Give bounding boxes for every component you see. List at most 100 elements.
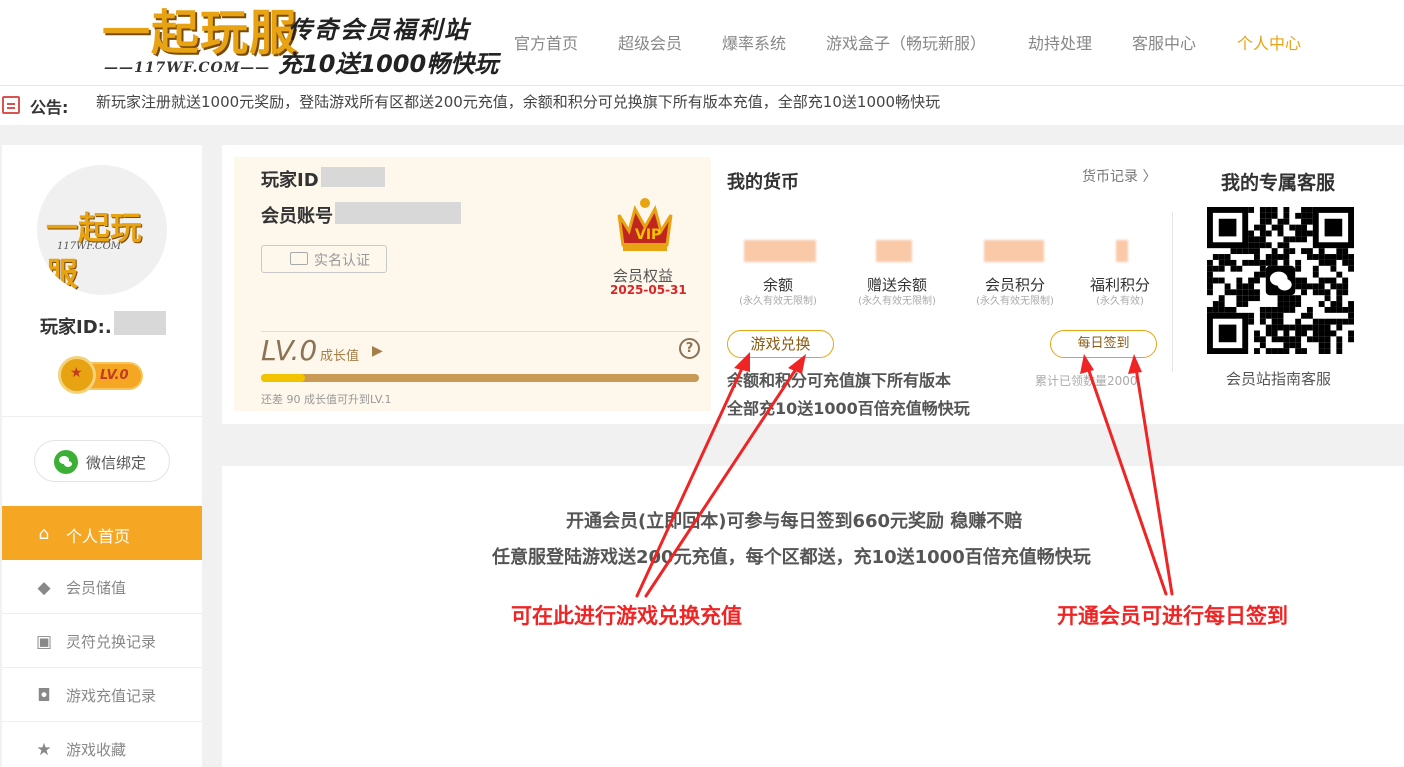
qr-module (1242, 283, 1249, 290)
qr-module (1271, 324, 1278, 331)
qr-module (1295, 283, 1302, 290)
qr-module (1295, 301, 1302, 307)
welfare-points-value-redacted (1116, 240, 1128, 262)
qr-module (1295, 336, 1302, 343)
qr-module (1301, 277, 1307, 284)
nav-customer-service[interactable]: 客服中心 (1132, 30, 1196, 54)
help-icon[interactable]: ? (679, 338, 700, 359)
vip-crown-icon[interactable]: VIP (613, 195, 677, 255)
qr-module (1271, 248, 1278, 255)
sidebar-item-member-recharge[interactable]: ◆ 会员储值 (2, 560, 202, 614)
qr-module (1218, 265, 1225, 272)
qr-module (1259, 259, 1266, 266)
qr-module (1318, 318, 1325, 325)
qr-module (1259, 218, 1266, 225)
chevron-right-icon[interactable]: ▶ (372, 343, 383, 359)
balance-sub: (永久有效无限制) (739, 296, 817, 307)
qr-module (1348, 306, 1354, 313)
qr-module (1306, 306, 1313, 313)
qr-module (1295, 295, 1302, 302)
currency-title: 我的货币 (727, 172, 799, 193)
sidebar-item-label: 游戏收藏 (66, 741, 127, 759)
qr-module (1271, 306, 1278, 313)
qr-module (1312, 336, 1319, 343)
qr-module (1283, 242, 1290, 249)
qr-module (1242, 248, 1249, 255)
qr-module (1254, 289, 1260, 296)
qr-module (1277, 318, 1284, 325)
qr-module (1207, 306, 1213, 313)
qr-module (1301, 312, 1307, 319)
sidebar-item-recharge-records[interactable]: ◘ 游戏充值记录 (2, 668, 202, 722)
site-logo[interactable]: 一起玩服 (102, 6, 298, 60)
qr-module (1318, 330, 1325, 337)
qr-module (1342, 306, 1349, 313)
game-exchange-button[interactable]: 游戏兑换 (727, 330, 834, 358)
home-icon: ⌂ (38, 524, 50, 544)
bonus-balance-sub: (永久有效无限制) (858, 296, 936, 307)
qr-module (1218, 295, 1225, 302)
realname-verify-label: 实名认证 (314, 253, 370, 269)
qr-module (1254, 271, 1260, 278)
sidebar-item-home[interactable]: ⌂ 个人首页 (2, 506, 202, 560)
balance-value-redacted (744, 240, 816, 262)
qr-module (1348, 265, 1354, 272)
qr-module (1254, 330, 1260, 337)
qr-module (1248, 289, 1255, 296)
card-player-id: 玩家ID (261, 170, 319, 191)
qr-module (1283, 212, 1290, 219)
qr-module (1336, 271, 1343, 278)
qr-module (1224, 259, 1231, 266)
qr-module (1306, 218, 1313, 225)
qr-module (1301, 212, 1307, 219)
annotation-exchange: 可在此进行游戏兑换充值 (511, 604, 742, 628)
qr-module (1348, 318, 1354, 325)
gamepad-icon: ◘ (37, 686, 51, 706)
qr-module (1336, 301, 1343, 307)
qr-module (1242, 295, 1249, 302)
qr-module (1301, 348, 1307, 354)
nav-personal-center[interactable]: 个人中心 (1237, 30, 1301, 54)
qr-module (1259, 265, 1266, 272)
qr-module (1248, 230, 1255, 237)
qr-module (1230, 265, 1237, 272)
qr-module (1277, 224, 1284, 231)
qr-module (1318, 336, 1325, 343)
qr-module (1301, 324, 1307, 331)
qr-module (1254, 224, 1260, 231)
qr-module (1277, 324, 1284, 331)
nav-official-home[interactable]: 官方首页 (514, 30, 578, 54)
wechat-bind-label: 微信绑定 (86, 454, 147, 472)
qr-module (1254, 348, 1260, 354)
qr-module (1330, 277, 1337, 284)
nav-drop-rate[interactable]: 爆率系统 (722, 30, 786, 54)
daily-signin-button[interactable]: 每日签到 (1050, 330, 1157, 358)
currency-log-link[interactable]: 货币记录 〉 (1082, 166, 1156, 186)
qr-module (1283, 207, 1290, 213)
qr-module (1277, 218, 1284, 225)
qr-module (1242, 289, 1249, 296)
qr-module (1259, 207, 1266, 213)
currency-log-label: 货币记录 (1082, 169, 1138, 185)
sidebar-item-label: 个人首页 (66, 527, 131, 546)
qr-finder (1218, 218, 1237, 237)
growth-link[interactable]: 成长值 (320, 345, 359, 364)
qr-module (1289, 301, 1296, 307)
qr-module (1230, 306, 1237, 313)
qr-module (1259, 224, 1266, 231)
qr-module (1312, 324, 1319, 331)
sidebar-player-id: 玩家ID:. (40, 317, 112, 338)
level-text: LV.0 (261, 334, 318, 367)
qr-module (1236, 295, 1243, 302)
sidebar-item-favorites[interactable]: ★ 游戏收藏 (2, 722, 202, 767)
qr-module (1301, 218, 1307, 225)
qr-module (1271, 207, 1278, 213)
qr-module (1259, 242, 1266, 249)
nav-super-member[interactable]: 超级会员 (618, 30, 682, 54)
nav-hijack[interactable]: 劫持处理 (1028, 30, 1092, 54)
qr-module (1254, 248, 1260, 255)
sidebar-item-exchange-records[interactable]: ▣ 灵符兑换记录 (2, 614, 202, 668)
qr-module (1283, 236, 1290, 243)
qr-module (1289, 342, 1296, 349)
nav-game-box[interactable]: 游戏盒子（畅玩新服） (826, 30, 986, 54)
